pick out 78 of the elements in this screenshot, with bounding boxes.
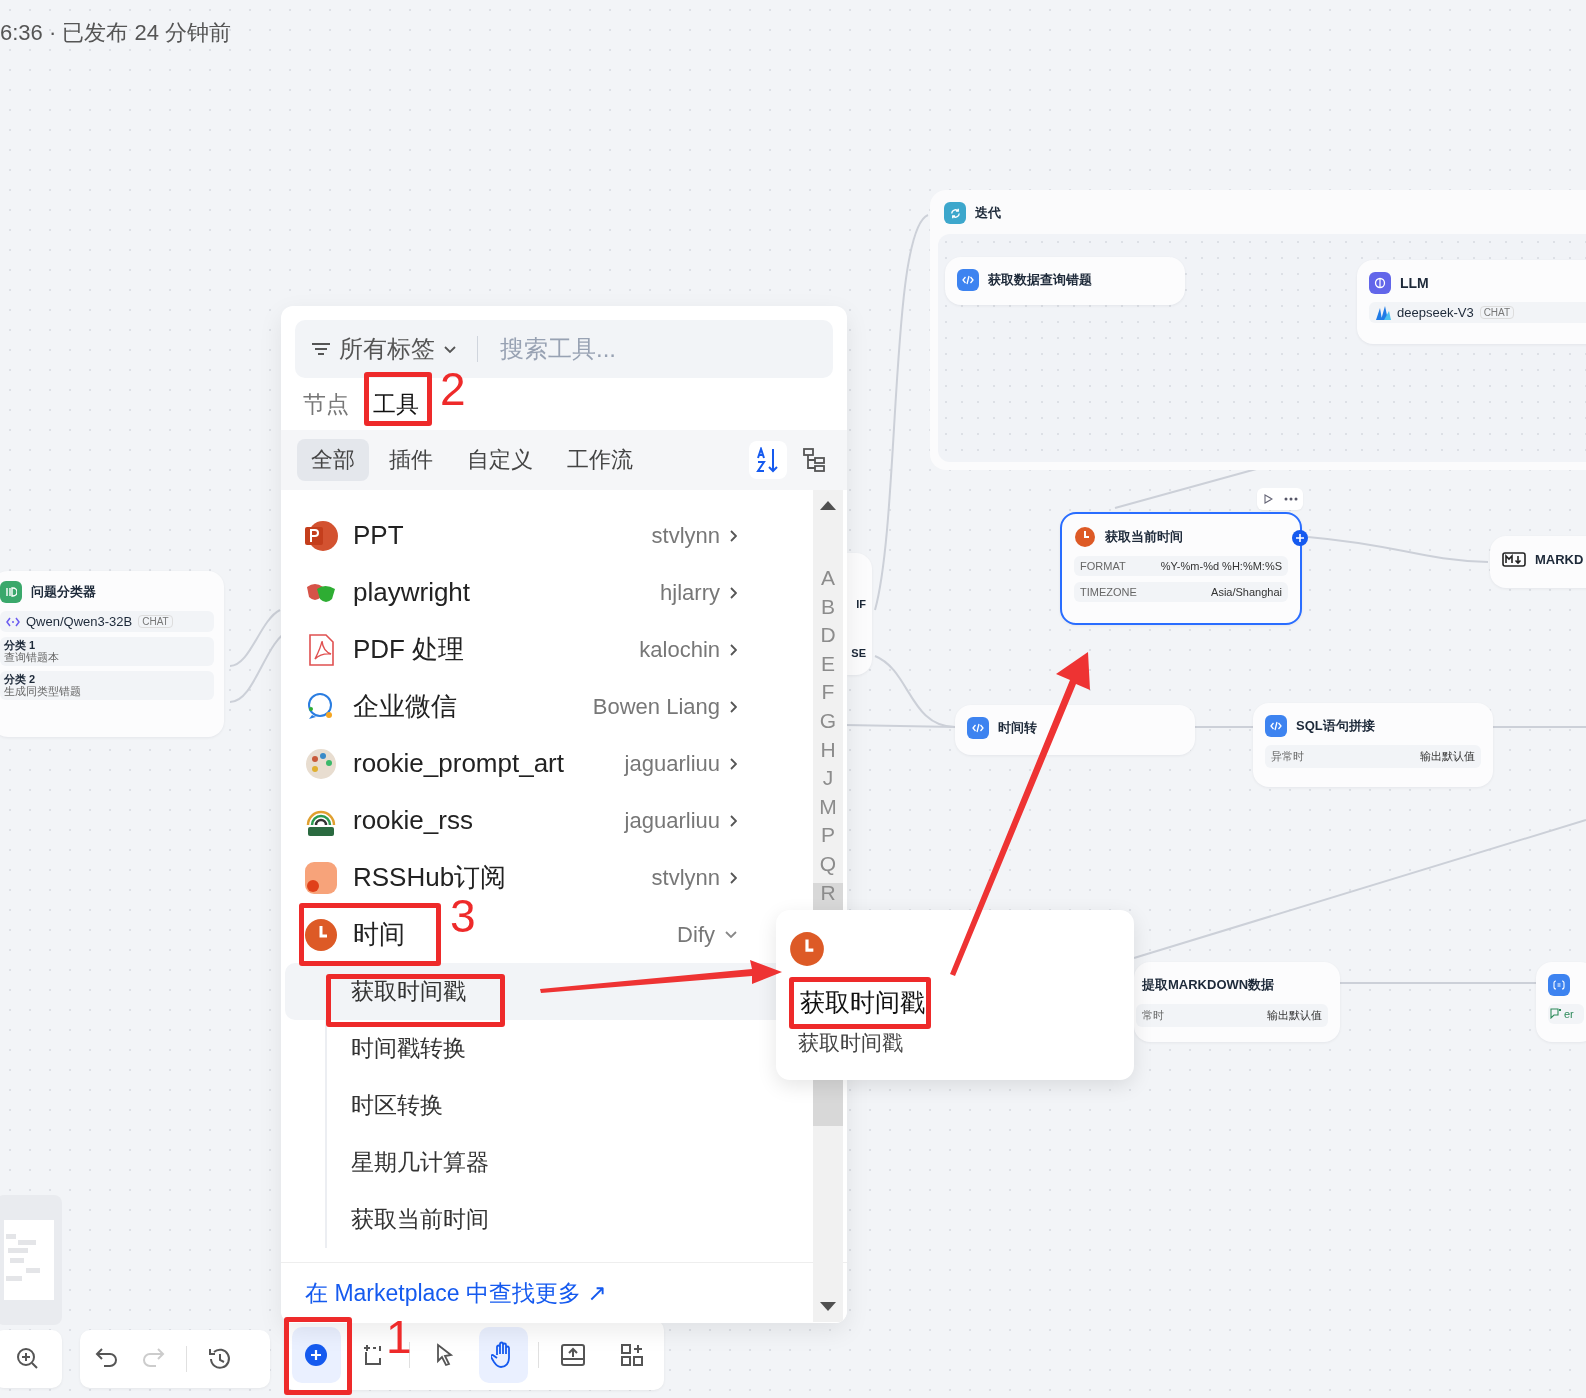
tool-author: jaguarliuu — [624, 750, 720, 777]
variable-text: er — [1564, 1008, 1574, 1020]
tool-action[interactable]: 星期几计算器 — [285, 1134, 799, 1191]
tool-name: 企业微信 — [353, 690, 457, 723]
tool-item[interactable]: rookie_prompt_art — [303, 745, 564, 782]
branch-label: IF — [856, 598, 866, 610]
param-name: 常时 — [1142, 1008, 1164, 1023]
tool-name: RSSHub订阅 — [353, 861, 507, 894]
category-tab[interactable]: 全部 — [297, 439, 369, 481]
category-tab[interactable]: 工作流 — [553, 439, 647, 481]
time-node[interactable]: 获取当前时间 FORMAT %Y-%m-%d %H:%M:%S TIMEZONE Asia/Shanghai — [1060, 512, 1302, 625]
class-label: 分类 2 — [4, 674, 37, 686]
tool-name: PPT — [353, 520, 404, 551]
tool-item[interactable]: rookie_rss — [303, 802, 473, 839]
tool-author: stvlynn — [651, 864, 720, 891]
param-value: %Y-%m-%d %H:%M:%S — [1160, 560, 1282, 572]
tool-name: playwright — [353, 577, 471, 608]
node-title: MARKD — [1535, 551, 1584, 567]
param-value: 输出默认值 — [1267, 1008, 1322, 1023]
tool-name: rookie_prompt_art — [353, 748, 564, 779]
code-node[interactable]: 时间转 — [955, 705, 1195, 755]
tool-item[interactable]: PPT — [303, 517, 404, 554]
annotation-number: 3 — [450, 893, 476, 939]
param-name: TIMEZONE — [1080, 586, 1137, 598]
model-tag: CHAT — [138, 615, 173, 628]
marketplace-link[interactable]: 在 Marketplace 中查找更多 ↗ — [305, 1277, 607, 1309]
tool-item[interactable]: RSSHub订阅 — [303, 859, 507, 896]
node-title: 问题分类器 — [31, 583, 96, 601]
param-name: FORMAT — [1080, 560, 1126, 572]
class-text: 查询错题本 — [4, 651, 60, 664]
category-tab[interactable]: 自定义 — [453, 439, 547, 481]
tool-action[interactable]: 时区转换 — [285, 1077, 799, 1134]
variable-node[interactable]: er — [1536, 962, 1586, 1042]
tool-item[interactable]: 企业微信 — [303, 688, 457, 725]
tool-name: PDF 处理 — [353, 633, 465, 666]
annotation-number: 1 — [386, 1314, 412, 1360]
model-name: deepseek-V3 — [1397, 305, 1474, 320]
model-name: Qwen/Qwen3-32B — [26, 614, 133, 629]
code-node[interactable]: SQL语句拼接 异常时 输出默认值 — [1253, 703, 1493, 787]
workflow-node[interactable]: MARKD — [1490, 536, 1586, 588]
node-title: LLM — [1400, 275, 1429, 291]
tool-action[interactable]: 获取当前时间 — [285, 1191, 799, 1248]
param-name: 异常时 — [1271, 749, 1304, 764]
tool-name: 时间 — [353, 918, 405, 951]
tool-author: stvlynn — [651, 522, 720, 549]
tool-item[interactable]: 时间 — [303, 916, 405, 953]
category-tab[interactable]: 插件 — [375, 439, 447, 481]
node-title: 时间转 — [998, 719, 1037, 737]
class-text: 生成同类型错题 — [4, 685, 82, 698]
panel-tab[interactable]: 节点 — [295, 384, 357, 424]
tool-author: Bowen Liang — [592, 693, 720, 720]
tool-author: kalochin — [639, 636, 720, 663]
model-tag: CHAT — [1479, 306, 1515, 319]
tool-author: jaguarliuu — [624, 807, 720, 834]
tool-item[interactable]: PDF 处理 — [303, 631, 465, 668]
condition-node[interactable]: IF SE — [847, 553, 872, 675]
tool-name: rookie_rss — [353, 805, 473, 836]
llm-node[interactable]: LLM deepseek-V3 CHAT — [1357, 260, 1586, 344]
node-title: SQL语句拼接 — [1296, 717, 1375, 735]
tool-author: hjlarry — [660, 579, 720, 606]
class-label: 分类 1 — [4, 640, 37, 651]
tag-filter[interactable]: 所有标签 — [311, 333, 457, 365]
tool-author: Dify — [677, 921, 715, 948]
node-title: 获取当前时间 — [1105, 528, 1183, 546]
classifier-node[interactable]: 问题分类器 Qwen/Qwen3-32B CHAT 分类 1 查询错题本 分类 2 生成同类型错题 — [0, 571, 224, 737]
code-node[interactable]: 获取数据查询错题 — [945, 257, 1185, 305]
publish-status: 6:36 · 已发布 24 分钟前 — [0, 19, 232, 47]
node-title: 迭代 — [975, 204, 1001, 222]
panel-tab[interactable]: 工具 — [365, 384, 427, 424]
extraction-node[interactable]: 提取MARKDOWN数据 常时 输出默认值 — [1134, 962, 1340, 1042]
tooltip-description: 获取时间戳 — [797, 1030, 904, 1056]
param-value: 输出默认值 — [1420, 749, 1475, 764]
tooltip-title: 获取时间戳 — [800, 988, 925, 1017]
node-title: 获取数据查询错题 — [988, 271, 1092, 289]
param-value: Asia/Shanghai — [1211, 586, 1282, 598]
branch-label: SE — [851, 647, 866, 659]
tool-item[interactable]: playwright — [303, 574, 471, 611]
node-title: 提取MARKDOWN数据 — [1142, 976, 1275, 994]
